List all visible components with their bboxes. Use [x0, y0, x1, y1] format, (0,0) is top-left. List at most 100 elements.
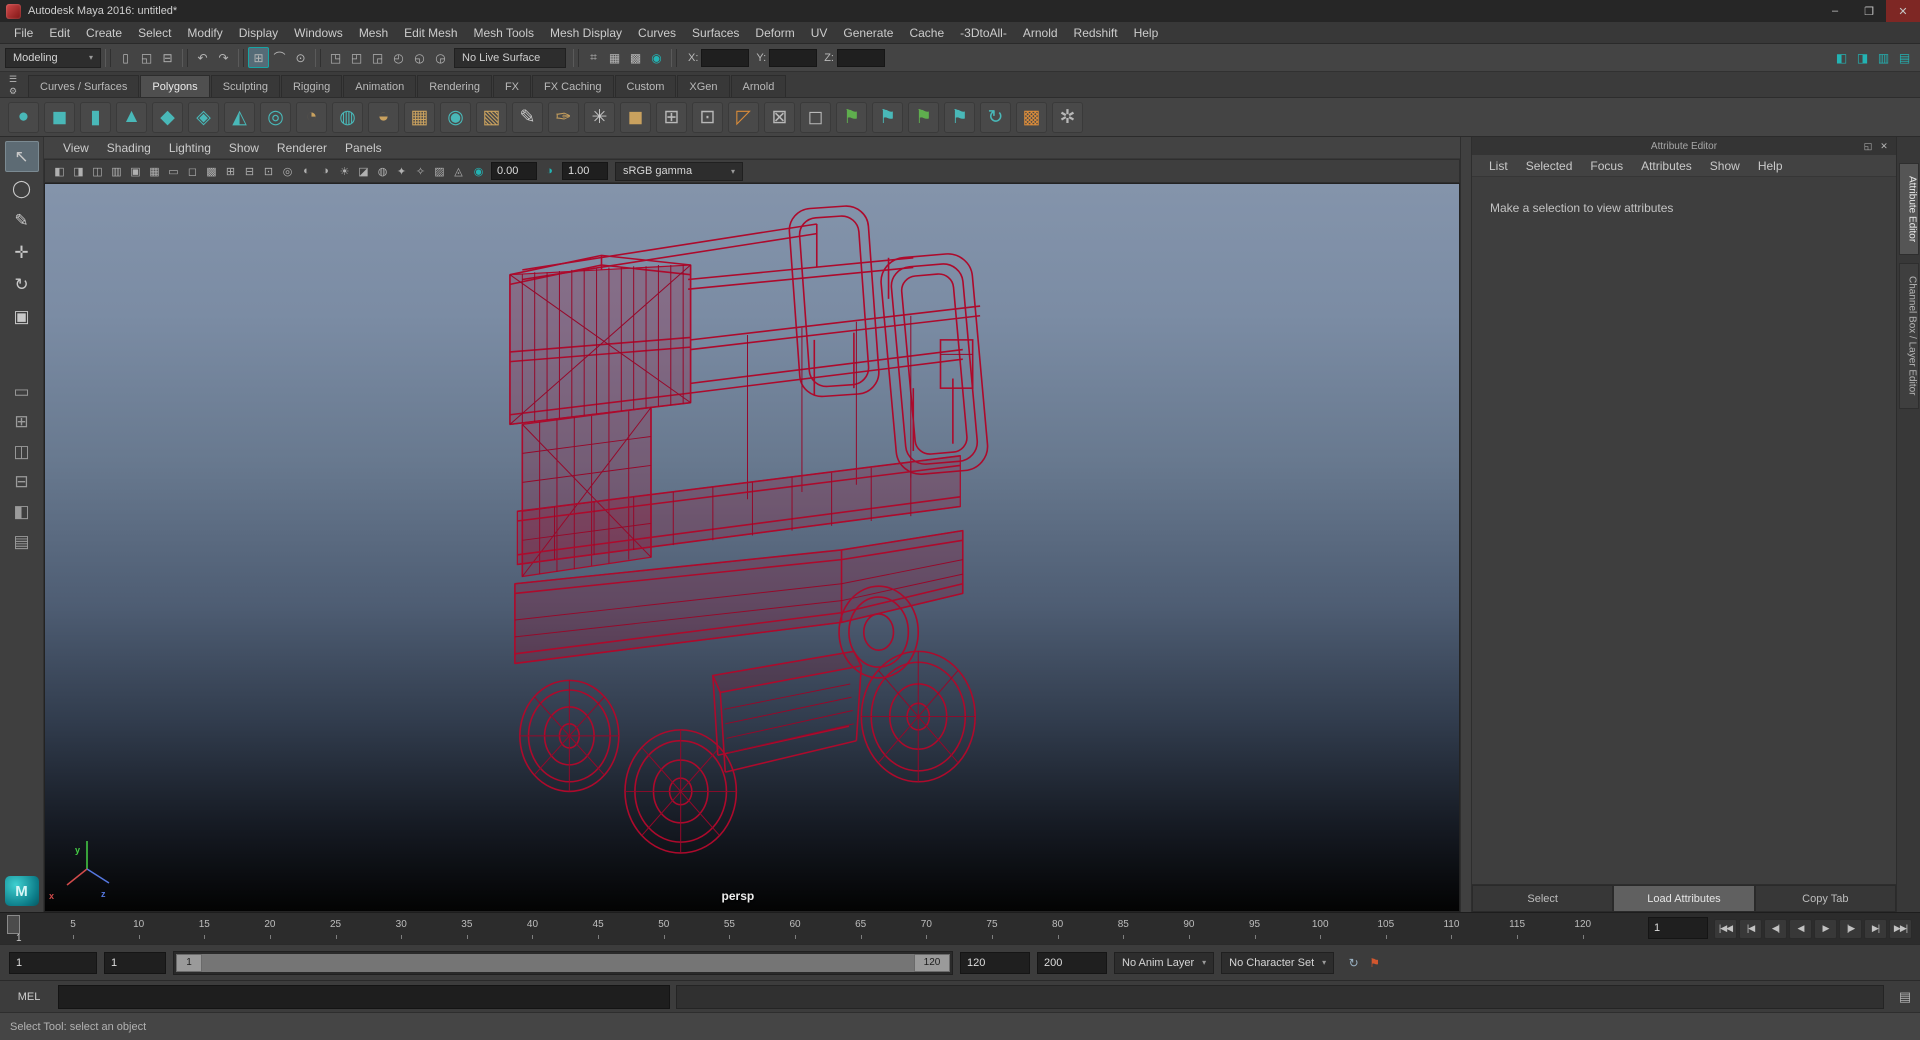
new-scene-icon[interactable]: ▯: [115, 47, 136, 68]
attribute-editor-menu-item[interactable]: Selected: [1517, 159, 1582, 173]
panel-menu-item[interactable]: Lighting: [160, 141, 220, 155]
attribute-editor-menu-item[interactable]: Show: [1701, 159, 1749, 173]
shelf-tab[interactable]: Arnold: [730, 75, 787, 97]
step-forward-frame-button[interactable]: ▶|: [1864, 918, 1887, 939]
shelf-tab[interactable]: FX: [492, 75, 532, 97]
poly-pipe-icon[interactable]: ◎: [260, 101, 291, 133]
paint-select-tool[interactable]: ✎: [5, 205, 39, 236]
menu-item[interactable]: Help: [1126, 26, 1167, 40]
poly-cone-icon[interactable]: ▲: [116, 101, 147, 133]
range-end-handle[interactable]: 120: [914, 953, 950, 972]
poly-pyramid-icon[interactable]: ◈: [188, 101, 219, 133]
multi-cut-icon[interactable]: ◻: [800, 101, 831, 133]
live-surface-field[interactable]: No Live Surface: [454, 47, 566, 68]
move-tool[interactable]: ✛: [5, 237, 39, 268]
target-weld-icon[interactable]: ⚑: [872, 101, 903, 133]
load-attributes-button[interactable]: Load Attributes: [1613, 885, 1755, 912]
menu-item[interactable]: Windows: [286, 26, 351, 40]
film-gate-icon[interactable]: ▭: [164, 162, 183, 181]
resolution-gate-icon[interactable]: ◻: [183, 162, 202, 181]
attribute-editor-menu-item[interactable]: Help: [1749, 159, 1792, 173]
shelf-tab[interactable]: Custom: [614, 75, 677, 97]
safe-title-icon[interactable]: ⊡: [259, 162, 278, 181]
gold-cube-icon[interactable]: ◼: [620, 101, 651, 133]
attribute-editor-menu-item[interactable]: Attributes: [1632, 159, 1701, 173]
gamma-field[interactable]: 1.00: [562, 162, 608, 180]
poly-prism-icon[interactable]: ◭: [224, 101, 255, 133]
camera-attrs-icon[interactable]: ◫: [88, 162, 107, 181]
shelf-tab[interactable]: Sculpting: [210, 75, 280, 97]
render-frame-icon[interactable]: ▦: [604, 47, 625, 68]
smooth-mesh-icon[interactable]: ⊡: [692, 101, 723, 133]
poly-jar-icon[interactable]: ◒: [368, 101, 399, 133]
screen-ao-icon[interactable]: ◍: [373, 162, 392, 181]
checker-map-icon[interactable]: ▩: [1016, 101, 1047, 133]
close-button[interactable]: ✕: [1886, 0, 1920, 22]
menu-item[interactable]: Redshift: [1066, 26, 1126, 40]
time-slider-track[interactable]: 5 10 15 20 25 30 35 40 45 50 55 60 65 70 75 80 85 90 95 100…: [0, 913, 1644, 944]
menu-item[interactable]: Modify: [179, 26, 230, 40]
poly-cube-icon[interactable]: ◼: [44, 101, 75, 133]
safe-action-icon[interactable]: ⊟: [240, 162, 259, 181]
menu-item[interactable]: Display: [231, 26, 286, 40]
scatter-icon[interactable]: ✳: [584, 101, 615, 133]
poly-disc-icon[interactable]: ◔: [296, 101, 327, 133]
inputs-icon[interactable]: ◶: [430, 47, 451, 68]
render-globe-icon[interactable]: ◉: [646, 47, 667, 68]
panel-splitter[interactable]: [1460, 137, 1472, 912]
poly-cylinder-icon[interactable]: ▮: [80, 101, 111, 133]
rigging-mask-icon[interactable]: ◵: [409, 47, 430, 68]
x-coord-input[interactable]: [701, 48, 750, 67]
attribute-editor-menu-item[interactable]: Focus: [1581, 159, 1632, 173]
shadows-icon[interactable]: ◪: [354, 162, 373, 181]
bridge-icon[interactable]: ⚑: [908, 101, 939, 133]
menu-item[interactable]: Generate: [835, 26, 901, 40]
copy-tab-button[interactable]: Copy Tab: [1754, 885, 1896, 912]
range-slider-track[interactable]: 1 120: [173, 950, 953, 975]
poly-plane-icon[interactable]: ▦: [404, 101, 435, 133]
workspace-panel-icon[interactable]: ▤: [1894, 47, 1915, 68]
exposure-icon[interactable]: ◉: [469, 162, 488, 181]
current-frame-marker[interactable]: [7, 915, 20, 934]
merge-icon[interactable]: ⚑: [944, 101, 975, 133]
poly-sphere-icon[interactable]: ●: [8, 101, 39, 133]
auto-key-icon[interactable]: ⚑: [1364, 952, 1385, 973]
shelf-tab[interactable]: Animation: [343, 75, 417, 97]
color-mode-selector[interactable]: sRGB gamma ▾: [615, 161, 743, 181]
menu-item[interactable]: File: [6, 26, 41, 40]
shelf-tab[interactable]: Curves / Surfaces: [28, 75, 140, 97]
lasso-select-tool[interactable]: ◯: [5, 173, 39, 204]
wireframe-model[interactable]: [505, 195, 1000, 871]
gamma-icon[interactable]: ◑: [540, 162, 559, 181]
menu-item[interactable]: Surfaces: [684, 26, 747, 40]
shelf-tab[interactable]: Rigging: [280, 75, 343, 97]
menu-item[interactable]: Curves: [630, 26, 684, 40]
snap-point-icon[interactable]: ⊙: [290, 47, 311, 68]
select-component-icon[interactable]: ◲: [367, 47, 388, 68]
save-scene-icon[interactable]: ⊟: [157, 47, 178, 68]
menu-item[interactable]: Arnold: [1015, 26, 1066, 40]
step-forward-key-button[interactable]: |▶: [1839, 918, 1862, 939]
play-backwards-button[interactable]: ◀: [1789, 918, 1812, 939]
select-button[interactable]: Select: [1472, 885, 1614, 912]
shelf-gear-icon[interactable]: ⚙: [4, 85, 22, 97]
menu-item[interactable]: -3DtoAll-: [952, 26, 1015, 40]
layout-single-pane[interactable]: ▭: [7, 379, 37, 405]
xray-icon[interactable]: ▨: [430, 162, 449, 181]
y-coord-input[interactable]: [769, 48, 818, 67]
lock-camera-icon[interactable]: ◨: [69, 162, 88, 181]
minimize-button[interactable]: –: [1818, 0, 1852, 22]
menu-item[interactable]: Mesh: [351, 26, 396, 40]
add-divisions-icon[interactable]: ⊞: [656, 101, 687, 133]
layout-four-pane[interactable]: ⊞: [7, 409, 37, 435]
snap-curve-icon[interactable]: ⌒: [269, 47, 290, 68]
panel-menu-item[interactable]: Shading: [98, 141, 160, 155]
delete-edge-icon[interactable]: ⊠: [764, 101, 795, 133]
layout-two-stacked[interactable]: ⊟: [7, 469, 37, 495]
highlight-icon[interactable]: ◴: [388, 47, 409, 68]
panel-menu-item[interactable]: View: [54, 141, 98, 155]
play-forwards-button[interactable]: ▶: [1814, 918, 1837, 939]
node-network-icon[interactable]: ✲: [1052, 101, 1083, 133]
undo-icon[interactable]: ↶: [192, 47, 213, 68]
extrude-icon[interactable]: ◸: [728, 101, 759, 133]
